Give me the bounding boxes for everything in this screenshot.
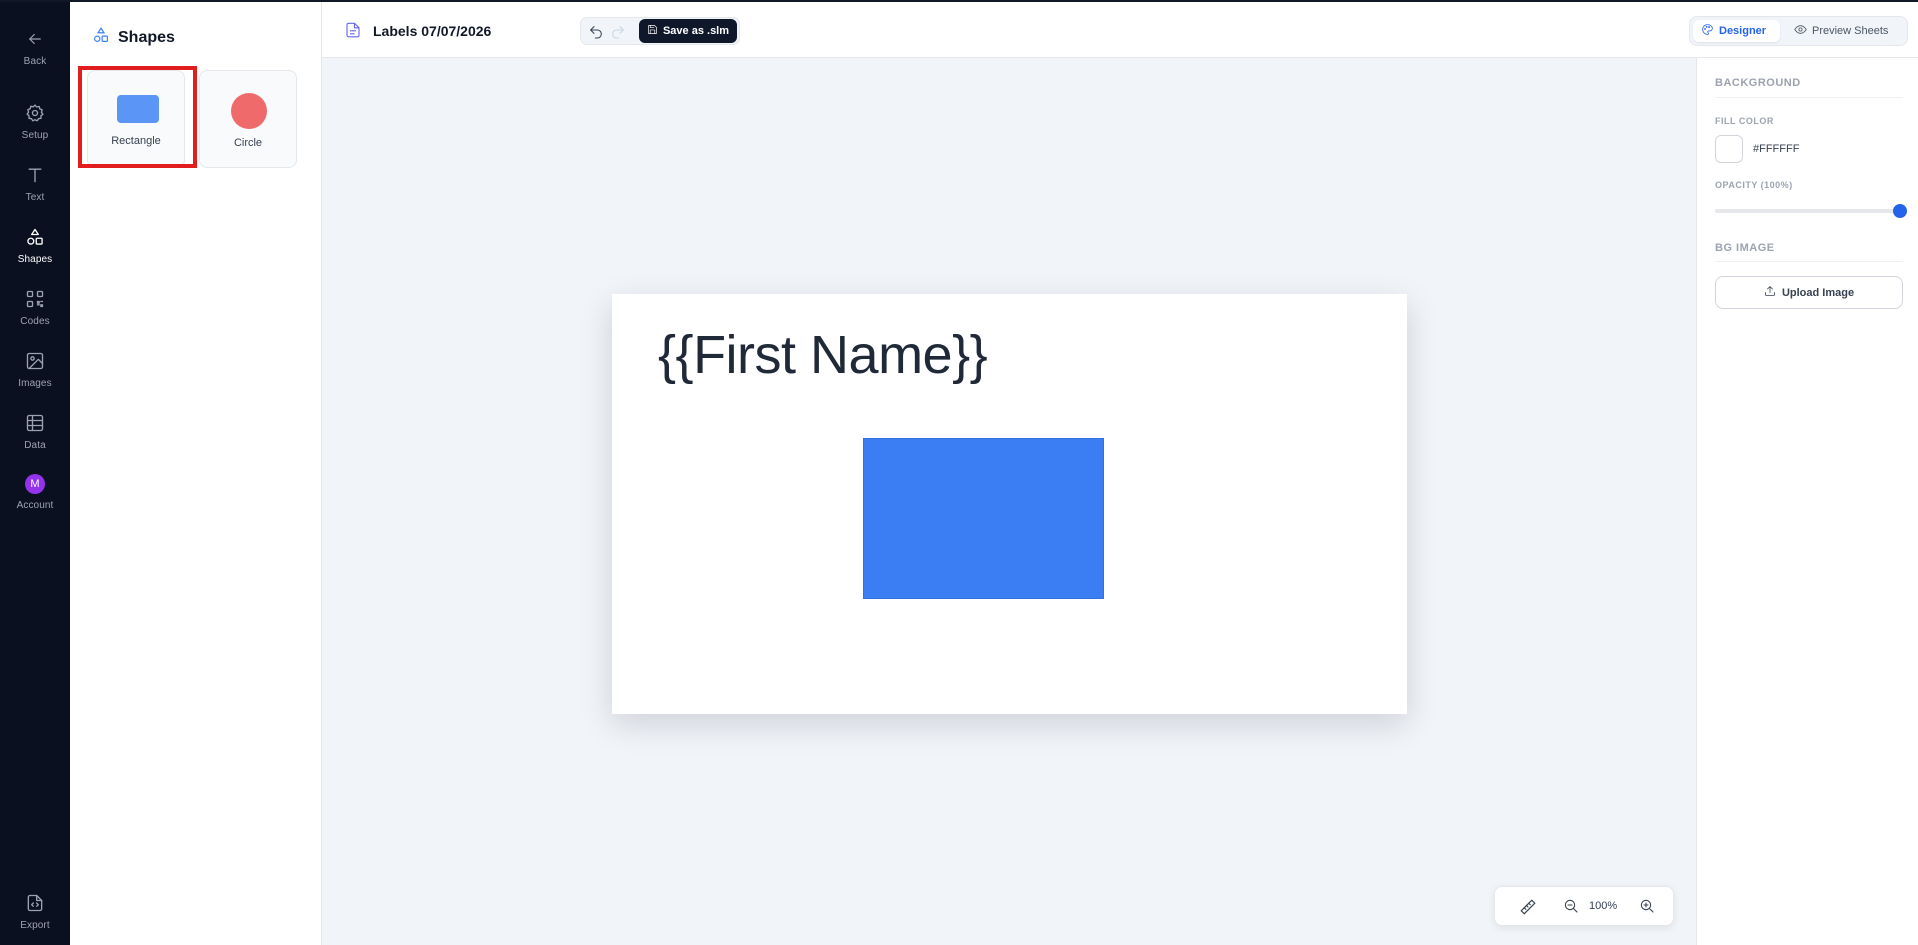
save-button-label: Save as .slm [662,25,730,37]
nav-text[interactable]: Text [0,158,70,212]
rectangle-preview [117,95,159,123]
fill-color-swatch[interactable] [1715,135,1743,163]
tab-preview-sheets[interactable]: Preview Sheets [1786,20,1904,42]
opacity-slider[interactable] [1715,204,1907,218]
nav-setup[interactable]: Setup [0,96,70,150]
image-icon [24,350,46,372]
table-icon [24,412,46,434]
arrow-left-icon [24,28,46,50]
mode-switch: Designer Preview Sheets [1689,16,1908,46]
label-sheet[interactable]: {{First Name}} [612,294,1407,714]
shape-rectangle-button[interactable]: Rectangle [87,70,185,168]
nav-images-label: Images [18,378,52,389]
panel-title: Shapes [118,28,175,46]
text-t-icon [24,164,46,186]
shapes-icon [92,26,110,49]
circle-preview [231,93,267,129]
shape-circle-button[interactable]: Circle [199,70,297,168]
top-bar: Labels 07/07/2026 Save as .slm Designer … [322,2,1918,58]
nav-export[interactable]: Export [0,886,70,940]
avatar: M [25,474,45,494]
nav-export-label: Export [20,920,50,931]
fill-color-label: FILL COLOR [1715,116,1774,126]
zoom-out-icon[interactable] [1563,898,1581,916]
shape-rectangle-label: Rectangle [111,135,161,147]
nav-codes[interactable]: Codes [0,282,70,336]
zoom-level: 100% [1589,900,1618,912]
qr-code-icon [24,288,46,310]
nav-shapes-label: Shapes [17,254,53,265]
upload-icon [1764,285,1776,300]
label-text-field[interactable]: {{First Name}} [658,324,988,386]
nav-text-label: Text [25,192,45,203]
background-section-title: BACKGROUND [1715,77,1801,89]
shape-circle-label: Circle [233,137,263,149]
nav-data-label: Data [24,440,46,451]
opacity-slider-thumb[interactable] [1893,204,1907,218]
ruler-icon[interactable] [1519,898,1537,916]
tab-designer[interactable]: Designer [1693,20,1780,42]
gear-icon [24,102,46,124]
zoom-in-icon[interactable] [1639,898,1657,916]
nav-data[interactable]: Data [0,406,70,460]
save-button[interactable]: Save as .slm [639,19,737,43]
fill-color-hex[interactable]: #FFFFFF [1753,143,1799,155]
nav-shapes[interactable]: Shapes [0,220,70,274]
shapes-icon [24,226,46,248]
properties-panel: BACKGROUND FILL COLOR #FFFFFF OPACITY (1… [1696,58,1918,945]
shapes-panel: Shapes Rectangle Circle [70,2,322,945]
eye-icon [1794,23,1807,39]
upload-image-label: Upload Image [1781,286,1855,299]
nav-account[interactable]: M Account [0,467,70,521]
left-nav-rail: Back Setup Text Shapes Codes Images Data… [0,2,70,945]
save-disk-icon [647,24,658,38]
section-divider [1715,97,1903,98]
nav-codes-label: Codes [20,316,50,327]
tab-preview-label: Preview Sheets [1812,25,1889,37]
nav-back-label: Back [23,56,47,67]
panel-header: Shapes [92,26,175,49]
upload-image-button[interactable]: Upload Image [1715,276,1903,309]
redo-icon[interactable] [610,24,626,40]
nav-setup-label: Setup [21,130,49,141]
opacity-label: OPACITY (100%) [1715,180,1793,190]
bg-image-section-title: BG IMAGE [1715,242,1775,254]
undo-icon[interactable] [588,24,604,40]
export-file-icon [24,892,46,914]
section-divider [1715,261,1903,262]
history-controls: Save as .slm [580,17,740,45]
palette-icon [1701,23,1714,39]
zoom-toolbar: 100% [1494,886,1674,926]
nav-account-label: Account [16,500,54,511]
nav-back[interactable]: Back [0,22,70,76]
document-title[interactable]: Labels 07/07/2026 [373,23,491,39]
document-icon [344,20,362,45]
label-rectangle-shape[interactable] [863,438,1104,599]
nav-images[interactable]: Images [0,344,70,398]
tab-designer-label: Designer [1719,25,1767,37]
